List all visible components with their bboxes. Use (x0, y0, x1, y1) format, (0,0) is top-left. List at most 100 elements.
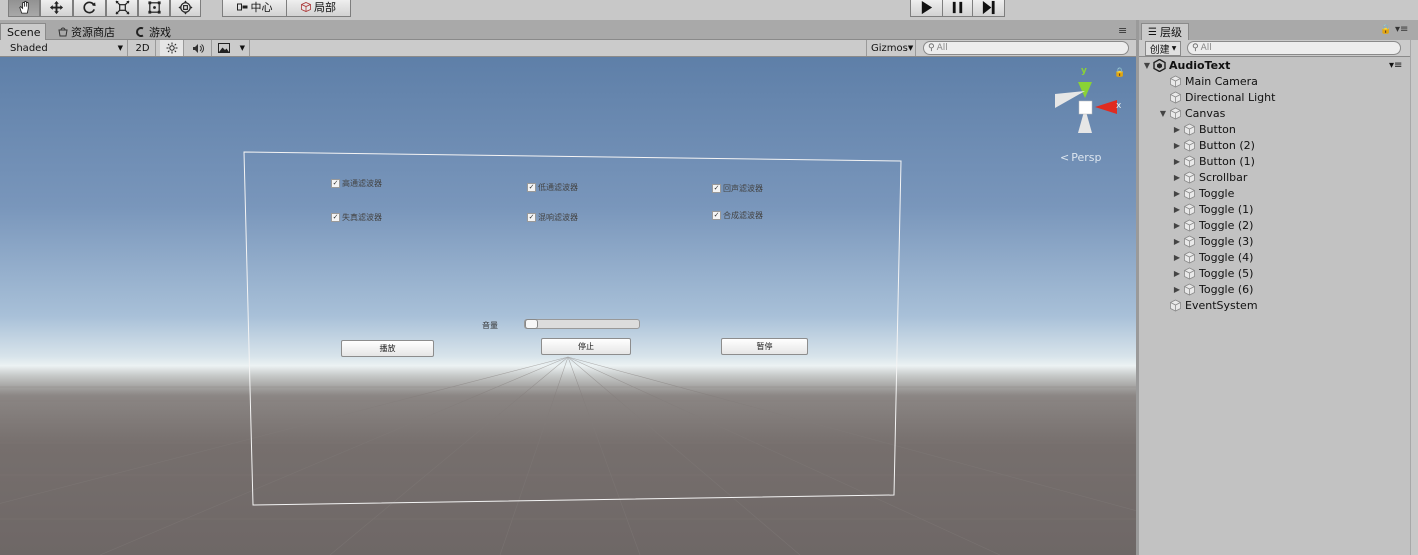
collapse-arrow-icon[interactable]: ▶ (1171, 205, 1183, 214)
gameobject-cube-icon (1184, 171, 1195, 183)
create-label: 创建 (1149, 45, 1170, 56)
play-audio-label: 播放 (379, 344, 396, 353)
toggle-distortion[interactable]: ✓ 失真滤波器 (331, 212, 382, 223)
collapse-arrow-icon[interactable]: ▶ (1171, 237, 1183, 246)
effects-dropdown[interactable]: ▼ (214, 40, 250, 56)
checkbox-check-icon: ✓ (527, 183, 536, 192)
gameobject-cube-icon (1184, 235, 1195, 247)
hierarchy-item[interactable]: ▶ Toggle (6) (1171, 281, 1254, 297)
volume-scrollbar-handle[interactable] (525, 319, 538, 329)
hierarchy-item-label: Toggle (2) (1199, 218, 1254, 232)
tab-hierarchy[interactable]: ☰ 层级 (1141, 23, 1189, 40)
scene-search-field[interactable]: ⚲ All (923, 41, 1129, 55)
hierarchy-item[interactable]: ▶ Toggle (5) (1171, 265, 1254, 281)
hierarchy-item-label: Toggle (5) (1199, 266, 1254, 280)
pause-button[interactable] (942, 0, 973, 17)
gizmos-dropdown[interactable]: Gizmos ▼ (866, 40, 916, 56)
rotate-tool-button[interactable] (73, 0, 106, 17)
rect-icon (147, 0, 161, 14)
2d-mode-toggle[interactable]: 2D (130, 40, 156, 56)
projection-toggle[interactable]: < Persp (1060, 151, 1101, 164)
expand-arrow-icon[interactable]: ▼ (1157, 109, 1169, 118)
create-dropdown[interactable]: 创建 ▼ (1145, 41, 1181, 56)
hierarchy-item[interactable]: ▶ Button (2) (1171, 137, 1255, 153)
hierarchy-item[interactable]: ▶ Button (1171, 121, 1236, 137)
hierarchy-item[interactable]: ▼ Canvas (1157, 105, 1225, 121)
unity-scene-icon (1153, 58, 1166, 72)
collapse-arrow-icon[interactable]: ▶ (1171, 285, 1183, 294)
lighting-toggle[interactable] (160, 40, 184, 56)
dropdown-arrow-icon: ▼ (1171, 45, 1177, 52)
tab-game[interactable]: 游戏 (130, 23, 177, 40)
gameobject-cube-icon (1184, 203, 1195, 215)
hierarchy-item[interactable]: ▶ Toggle (1) (1171, 201, 1254, 217)
tab-scene[interactable]: Scene (0, 23, 46, 40)
gameobject-cube-icon (1184, 155, 1195, 167)
stop-audio-button[interactable]: 停止 (541, 338, 631, 355)
gameobject-cube-icon (1184, 139, 1195, 151)
lock-icon[interactable]: 🔒 (1114, 68, 1125, 78)
collapse-arrow-icon[interactable]: ▶ (1171, 253, 1183, 262)
scene-name: AudioText (1169, 58, 1231, 72)
collapse-arrow-icon[interactable]: ▶ (1171, 141, 1183, 150)
list-icon: ☰ (1148, 26, 1157, 38)
collapse-arrow-icon[interactable]: ▶ (1171, 125, 1183, 134)
collapse-arrow-icon[interactable]: ▶ (1171, 269, 1183, 278)
collapse-arrow-icon[interactable]: ▶ (1171, 189, 1183, 198)
hierarchy-item[interactable]: Directional Light (1157, 89, 1275, 105)
hierarchy-scrollbar[interactable] (1410, 40, 1418, 555)
hand-tool-button[interactable] (8, 0, 40, 17)
cube-icon (301, 2, 311, 12)
collapse-arrow-icon[interactable]: ▶ (1171, 173, 1183, 182)
pause-audio-button[interactable]: 暂停 (721, 338, 808, 355)
space-local-button[interactable]: 局部 (286, 0, 351, 17)
lock-icon[interactable]: 🔒 (1380, 25, 1391, 35)
toggle-lowpass[interactable]: ✓ 低通滤波器 (527, 182, 578, 193)
panel-menu-icon[interactable]: ▾≡ (1395, 24, 1408, 35)
gameobject-cube-icon (1170, 299, 1181, 311)
hierarchy-item[interactable]: Main Camera (1157, 73, 1258, 89)
shading-mode-dropdown[interactable]: Shaded ▼ (6, 40, 128, 56)
expand-arrow-icon[interactable]: ▼ (1141, 61, 1153, 70)
toggle-echo[interactable]: ✓ 回声滤波器 (712, 183, 763, 194)
pivot-center-button[interactable]: 中心 (222, 0, 287, 17)
gizmo-x-label: x (1116, 101, 1122, 111)
hierarchy-item[interactable]: ▶ Toggle (4) (1171, 249, 1254, 265)
volume-label: 音量 (482, 321, 498, 330)
transform-icon (178, 0, 193, 15)
rect-tool-button[interactable] (138, 0, 170, 17)
collapse-arrow-icon[interactable]: ▶ (1171, 221, 1183, 230)
collapse-arrow-icon[interactable]: ▶ (1171, 157, 1183, 166)
move-tool-button[interactable] (40, 0, 73, 17)
scene-view[interactable]: ✓ 高通滤波器 ✓ 低通滤波器 ✓ 回声滤波器 ✓ 失真滤波器 ✓ 混响滤波器 … (0, 57, 1136, 555)
toggle-distortion-label: 失真滤波器 (342, 213, 382, 222)
hand-icon (18, 0, 29, 14)
hierarchy-item[interactable]: ▶ Button (1) (1171, 153, 1255, 169)
play-audio-button[interactable]: 播放 (341, 340, 434, 357)
step-button[interactable] (972, 0, 1005, 17)
play-button[interactable] (910, 0, 943, 17)
tab-game-label: 游戏 (149, 25, 171, 39)
hierarchy-item[interactable]: ▶ Scrollbar (1171, 169, 1247, 185)
panel-menu-icon[interactable]: ≡ (1118, 24, 1127, 37)
hierarchy-search-field[interactable]: ⚲ All (1187, 41, 1401, 55)
transform-tool-button[interactable] (170, 0, 201, 17)
hierarchy-toolbar: 创建 ▼ ⚲ All (1139, 40, 1418, 57)
audio-toggle[interactable] (186, 40, 212, 56)
scale-tool-button[interactable] (106, 0, 138, 17)
hierarchy-item-label: Directional Light (1185, 90, 1276, 104)
toggle-highpass[interactable]: ✓ 高通滤波器 (331, 178, 382, 189)
hierarchy-scene-row[interactable]: ▼ AudioText ▾≡ (1141, 57, 1403, 73)
toggle-chorus[interactable]: ✓ 合成滤波器 (712, 210, 763, 221)
play-icon (921, 0, 933, 14)
toggle-lowpass-label: 低通滤波器 (538, 183, 578, 192)
hierarchy-item[interactable]: EventSystem (1157, 297, 1258, 313)
hierarchy-item[interactable]: ▶ Toggle (3) (1171, 233, 1254, 249)
toggle-reverb[interactable]: ✓ 混响滤波器 (527, 212, 578, 223)
tab-asset-store[interactable]: 资源商店 (52, 23, 121, 40)
hierarchy-item[interactable]: ▶ Toggle (1171, 185, 1234, 201)
volume-scrollbar[interactable] (524, 319, 640, 329)
hierarchy-item[interactable]: ▶ Toggle (2) (1171, 217, 1254, 233)
hierarchy-panel: ☰ 层级 🔒 ▾≡ 创建 ▼ ⚲ All ▼ AudioText ▾≡ Main… (1139, 20, 1418, 555)
scene-menu-icon[interactable]: ▾≡ (1389, 60, 1402, 71)
